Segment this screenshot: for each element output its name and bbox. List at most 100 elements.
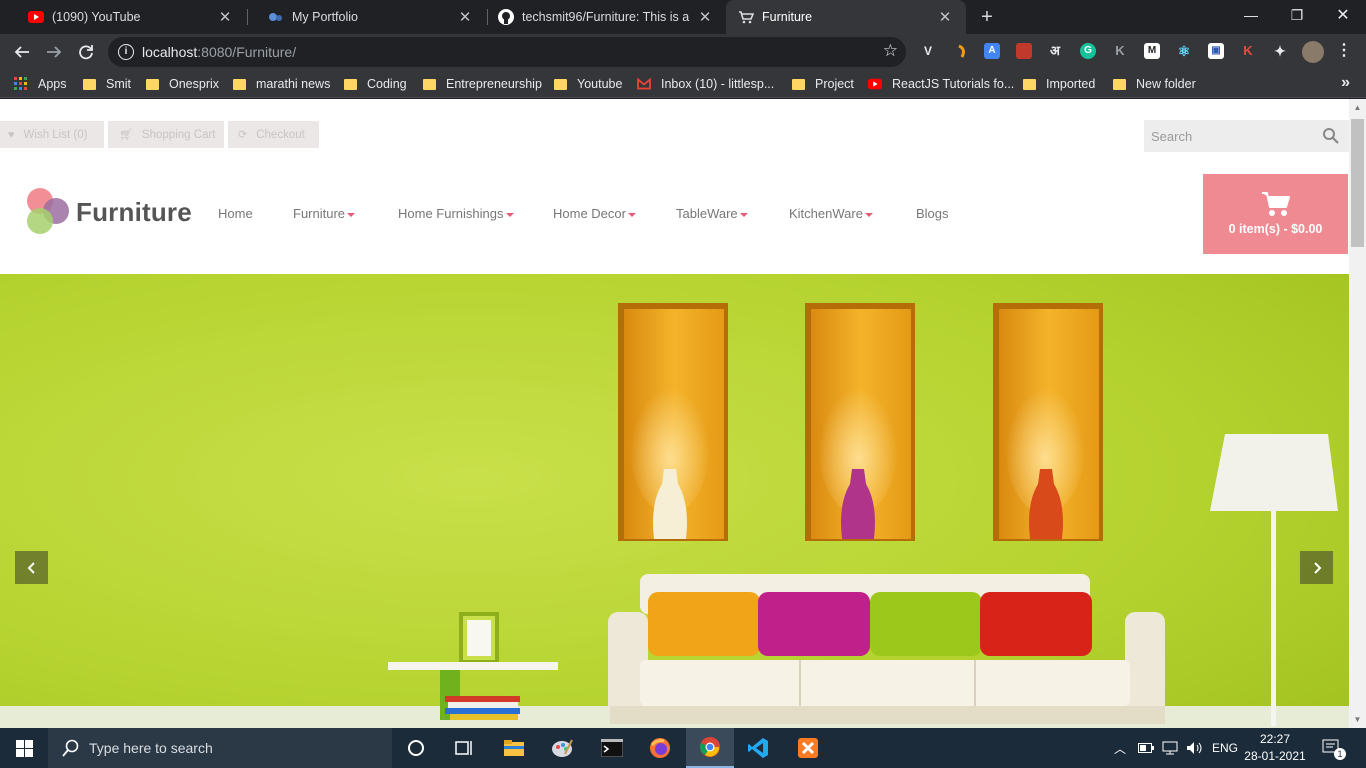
close-tab-icon[interactable]: ✕: [696, 8, 714, 26]
nav-label: TableWare: [676, 206, 738, 221]
nav-label: KitchenWare: [789, 206, 863, 221]
clock[interactable]: 22:27 28-01-2021: [1240, 731, 1310, 765]
screen-extension-icon[interactable]: ▣: [1208, 43, 1224, 59]
bookmark-folder[interactable]: New folder: [1113, 76, 1196, 92]
forward-button[interactable]: [40, 38, 68, 66]
scrollbar-thumb[interactable]: [1351, 119, 1364, 247]
paint-app[interactable]: [538, 728, 586, 768]
bookmark-folder[interactable]: marathi news: [233, 76, 330, 92]
grammarly-extension-icon[interactable]: G: [1080, 43, 1096, 59]
brand-name[interactable]: Furniture: [76, 197, 192, 228]
back-button[interactable]: [8, 38, 36, 66]
slider-next-button[interactable]: [1300, 551, 1333, 584]
volume-icon[interactable]: [1186, 728, 1204, 768]
hindi-extension-icon[interactable]: अ: [1047, 43, 1063, 59]
tab-github[interactable]: techsmit96/Furniture: This is an e ✕: [478, 0, 726, 34]
slider-prev-button[interactable]: [15, 551, 48, 584]
bookmark-folder[interactable]: Onesprix: [146, 76, 219, 92]
vpn-extension-icon[interactable]: V: [920, 43, 936, 59]
close-tab-icon[interactable]: ✕: [216, 8, 234, 26]
reload-button[interactable]: [72, 38, 100, 66]
nav-tableware[interactable]: TableWare: [676, 206, 748, 221]
folder-icon: [504, 740, 524, 756]
shopping-cart-link[interactable]: 🛒︎ Shopping Cart: [108, 121, 224, 148]
extensions-puzzle-icon[interactable]: ✦: [1272, 43, 1288, 59]
hero-image: [0, 274, 1349, 728]
new-tab-button[interactable]: +: [976, 6, 998, 28]
bookmark-apps[interactable]: Apps: [14, 76, 67, 92]
browser-menu-icon[interactable]: ⋮: [1336, 43, 1352, 59]
k-red-extension-icon[interactable]: K: [1240, 43, 1256, 59]
show-hidden-icons-button[interactable]: ︿: [1114, 728, 1126, 768]
site-top-bar: ♥ Wish List (0) 🛒︎ Shopping Cart ⟳ Checkout: [0, 99, 1349, 169]
k-extension-icon[interactable]: K: [1112, 43, 1128, 59]
task-view-icon: [455, 741, 472, 755]
firefox-app[interactable]: [636, 728, 684, 768]
action-center-button[interactable]: 1: [1322, 728, 1346, 768]
bookmark-youtube-link[interactable]: ReactJS Tutorials fo...: [868, 76, 1014, 92]
bookmark-folder[interactable]: Youtube: [554, 76, 622, 92]
orange-extension-icon[interactable]: [954, 43, 970, 59]
nav-home[interactable]: Home: [218, 206, 253, 221]
windows-taskbar: Type here to search ︿ ENG 22:27 28-01-20…: [0, 728, 1366, 768]
site-info-icon[interactable]: i: [118, 44, 134, 60]
bookmark-gmail[interactable]: Inbox (10) - littlesp...: [637, 76, 774, 92]
network-icon[interactable]: [1162, 728, 1180, 768]
close-tab-icon[interactable]: ✕: [456, 8, 474, 26]
bookmark-star-icon[interactable]: ☆: [883, 41, 898, 61]
checkout-link[interactable]: ⟳ Checkout: [228, 121, 319, 148]
task-view-button[interactable]: [440, 728, 488, 768]
minimize-button[interactable]: —: [1228, 0, 1274, 30]
cart-summary-button[interactable]: 0 item(s) - $0.00: [1203, 174, 1348, 254]
search-icon[interactable]: [1322, 127, 1340, 145]
maximize-button[interactable]: ❐: [1274, 0, 1320, 30]
nav-kitchenware[interactable]: KitchenWare: [789, 206, 873, 221]
bookmark-folder[interactable]: Smit: [83, 76, 131, 92]
url-text[interactable]: localhost:8080/Furniture/: [142, 44, 296, 60]
chrome-app[interactable]: [686, 728, 734, 768]
nav-blogs[interactable]: Blogs: [916, 206, 949, 221]
cart-icon: 🛒︎: [119, 129, 133, 141]
bookmark-folder[interactable]: Coding: [344, 76, 407, 92]
scroll-down-icon[interactable]: ▼: [1349, 711, 1366, 728]
caret-down-icon: [864, 212, 873, 217]
tab-furniture[interactable]: Furniture ✕: [726, 0, 966, 34]
browser-tab-strip: (1090) YouTube ✕ My Portfolio ✕ techsmit…: [0, 0, 1366, 34]
more-bookmarks-button[interactable]: »: [1341, 74, 1350, 92]
bookmark-folder[interactable]: Entrepreneurship: [423, 76, 542, 92]
bookmark-label: Inbox (10) - littlesp...: [661, 77, 775, 91]
vscode-app[interactable]: [734, 728, 782, 768]
nav-furniture[interactable]: Furniture: [293, 206, 356, 221]
cortana-button[interactable]: [392, 728, 440, 768]
react-devtools-icon[interactable]: ⚛: [1176, 43, 1192, 59]
bookmark-folder[interactable]: Imported: [1023, 76, 1095, 92]
clock-date: 28-01-2021: [1244, 749, 1306, 763]
language-indicator[interactable]: ENG: [1212, 728, 1238, 768]
taskbar-search-box[interactable]: Type here to search: [48, 728, 392, 768]
wishlist-link[interactable]: ♥ Wish List (0): [0, 121, 104, 148]
scroll-up-icon[interactable]: ▲: [1349, 99, 1366, 116]
close-window-button[interactable]: ✕: [1320, 0, 1366, 30]
xampp-app[interactable]: [784, 728, 832, 768]
notification-count-badge: 1: [1334, 748, 1346, 760]
nav-home-decor[interactable]: Home Decor: [553, 206, 636, 221]
battery-icon[interactable]: [1138, 728, 1154, 768]
tab-portfolio[interactable]: My Portfolio ✕: [248, 0, 486, 34]
page-scrollbar[interactable]: ▲ ▼: [1349, 99, 1366, 728]
nav-home-furnishings[interactable]: Home Furnishings: [398, 206, 514, 221]
terminal-icon: [601, 739, 623, 757]
medium-extension-icon[interactable]: M: [1144, 43, 1160, 59]
red-book-extension-icon[interactable]: [1016, 43, 1032, 59]
bookmark-folder[interactable]: Project: [792, 76, 854, 92]
file-explorer-app[interactable]: [490, 728, 538, 768]
terminal-app[interactable]: [588, 728, 636, 768]
site-search-input[interactable]: [1144, 120, 1349, 152]
taskbar-search-placeholder: Type here to search: [89, 740, 213, 756]
address-bar[interactable]: i localhost:8080/Furniture/ ☆: [108, 37, 906, 67]
profile-avatar[interactable]: [1302, 41, 1324, 63]
translate-extension-icon[interactable]: A: [984, 43, 1000, 59]
tab-youtube[interactable]: (1090) YouTube ✕: [8, 0, 246, 34]
close-tab-icon[interactable]: ✕: [936, 8, 954, 26]
tab-title: techsmit96/Furniture: This is an e: [522, 10, 690, 24]
start-button[interactable]: [0, 728, 48, 768]
